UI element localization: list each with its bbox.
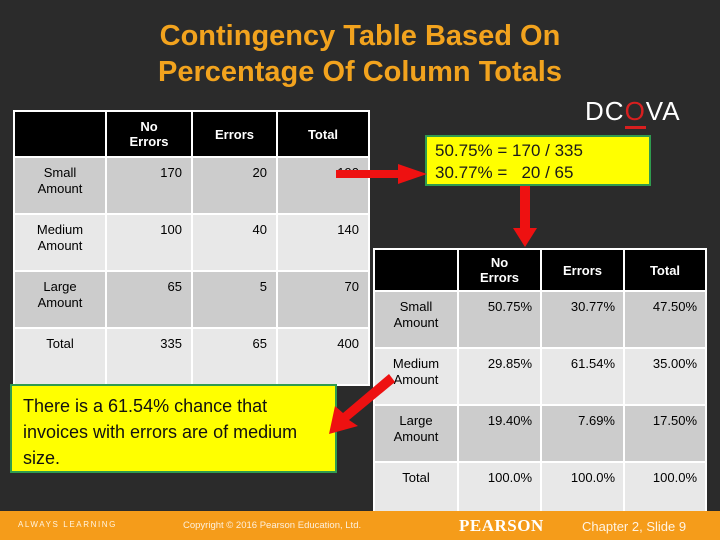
dcova-highlight-letter: O [624, 96, 646, 129]
counts-header-no-errors-line2: Errors [129, 134, 169, 149]
footer-bar: ALWAYS LEARNING Copyright © 2016 Pearson… [0, 511, 720, 540]
counts-cell-total-errors: 65 [193, 329, 276, 384]
counts-header-no-errors-line1: No [140, 119, 158, 134]
percent-header-total: Total [625, 250, 705, 290]
arrow-to-statement [329, 374, 395, 434]
percent-row-label-large-line2: Amount [393, 429, 439, 444]
percent-row-label-small-line1: Small [399, 299, 433, 314]
contingency-counts-table: No Errors Errors Total Small Amount 170 … [13, 110, 370, 386]
counts-cell-medium-total: 140 [278, 215, 368, 270]
percent-header-errors: Errors [542, 250, 623, 290]
table-header-row: No Errors Errors Total [375, 250, 705, 290]
dcova-label: DCOVA [585, 96, 681, 129]
counts-row-label-total: Total [15, 329, 105, 384]
percent-cell-large-total: 17.50% [625, 406, 705, 461]
counts-row-label-small: Small Amount [15, 158, 105, 213]
statement-text: There is a 61.54% chance that invoices w… [23, 396, 298, 468]
percent-cell-total-no-errors: 100.0% [459, 463, 540, 518]
dcova-prefix: DC [585, 96, 625, 126]
counts-header-no-errors: No Errors [107, 112, 191, 156]
calculation-line-2: 30.77% = 20 / 65 [435, 163, 574, 182]
contingency-percent-table: No Errors Errors Total Small Amount 50.7… [373, 248, 707, 520]
counts-row-label-medium-line2: Amount [37, 238, 83, 253]
counts-header-corner [15, 112, 105, 156]
counts-cell-large-errors: 5 [193, 272, 276, 327]
arrow-to-calculation [336, 164, 427, 184]
statement-callout: There is a 61.54% chance that invoices w… [10, 384, 337, 473]
table-row: Large Amount 65 5 70 [15, 272, 368, 327]
pearson-logo: PEARSON [459, 516, 544, 535]
slide-canvas: Contingency Table Based On Percentage Of… [0, 0, 720, 540]
counts-row-label-small-line2: Amount [37, 181, 83, 196]
percent-cell-total-total: 100.0% [625, 463, 705, 518]
table-row: Medium Amount 29.85% 61.54% 35.00% [375, 349, 705, 404]
counts-cell-small-no-errors: 170 [107, 158, 191, 213]
percent-cell-medium-errors: 61.54% [542, 349, 623, 404]
percent-cell-small-total: 47.50% [625, 292, 705, 347]
counts-row-label-large-line1: Large [43, 279, 77, 294]
counts-row-label-medium: Medium Amount [15, 215, 105, 270]
page-title: Contingency Table Based On Percentage Of… [0, 18, 720, 90]
percent-row-label-medium-line2: Amount [393, 372, 439, 387]
percent-cell-small-no-errors: 50.75% [459, 292, 540, 347]
percent-cell-total-errors: 100.0% [542, 463, 623, 518]
percent-cell-medium-total: 35.00% [625, 349, 705, 404]
always-learning-tagline: ALWAYS LEARNING [18, 520, 117, 529]
counts-cell-medium-errors: 40 [193, 215, 276, 270]
counts-header-total: Total [278, 112, 368, 156]
percent-cell-large-errors: 7.69% [542, 406, 623, 461]
percent-row-label-small: Small Amount [375, 292, 457, 347]
table-row: Small Amount 170 20 190 [15, 158, 368, 213]
calculation-callout: 50.75% = 170 / 335 30.77% = 20 / 65 [425, 135, 651, 186]
table-row: Medium Amount 100 40 140 [15, 215, 368, 270]
counts-cell-small-errors: 20 [193, 158, 276, 213]
counts-row-label-medium-line1: Medium [36, 222, 84, 237]
page-title-line-2: Percentage Of Column Totals [158, 56, 562, 88]
percent-row-label-small-line2: Amount [393, 315, 439, 330]
counts-row-label-large-line2: Amount [37, 295, 83, 310]
percent-header-no-errors-line2: Errors [479, 270, 520, 285]
counts-row-label-small-line1: Small [43, 165, 77, 180]
counts-cell-medium-no-errors: 100 [107, 215, 191, 270]
table-row: Total 100.0% 100.0% 100.0% [375, 463, 705, 518]
percent-header-no-errors-line1: No [490, 255, 509, 270]
table-header-row: No Errors Errors Total [15, 112, 368, 156]
dcova-suffix: VA [645, 96, 681, 126]
counts-cell-total-no-errors: 335 [107, 329, 191, 384]
arrow-to-percent-table [513, 186, 537, 247]
table-row: Small Amount 50.75% 30.77% 47.50% [375, 292, 705, 347]
percent-cell-large-no-errors: 19.40% [459, 406, 540, 461]
counts-row-label-large: Large Amount [15, 272, 105, 327]
percent-header-no-errors: No Errors [459, 250, 540, 290]
counts-header-errors: Errors [193, 112, 276, 156]
percent-header-corner [375, 250, 457, 290]
percent-row-label-large-line1: Large [399, 413, 433, 428]
counts-cell-large-total: 70 [278, 272, 368, 327]
percent-cell-small-errors: 30.77% [542, 292, 623, 347]
table-row: Large Amount 19.40% 7.69% 17.50% [375, 406, 705, 461]
chapter-slide-label: Chapter 2, Slide 9 [582, 519, 687, 534]
table-row: Total 335 65 400 [15, 329, 368, 384]
counts-cell-large-no-errors: 65 [107, 272, 191, 327]
calculation-line-1: 50.75% = 170 / 335 [435, 141, 583, 160]
percent-cell-medium-no-errors: 29.85% [459, 349, 540, 404]
page-title-line-1: Contingency Table Based On [159, 20, 561, 52]
copyright-notice: Copyright © 2016 Pearson Education, Ltd. [183, 520, 362, 531]
percent-row-label-medium-line1: Medium [392, 356, 440, 371]
percent-row-label-total: Total [375, 463, 457, 518]
